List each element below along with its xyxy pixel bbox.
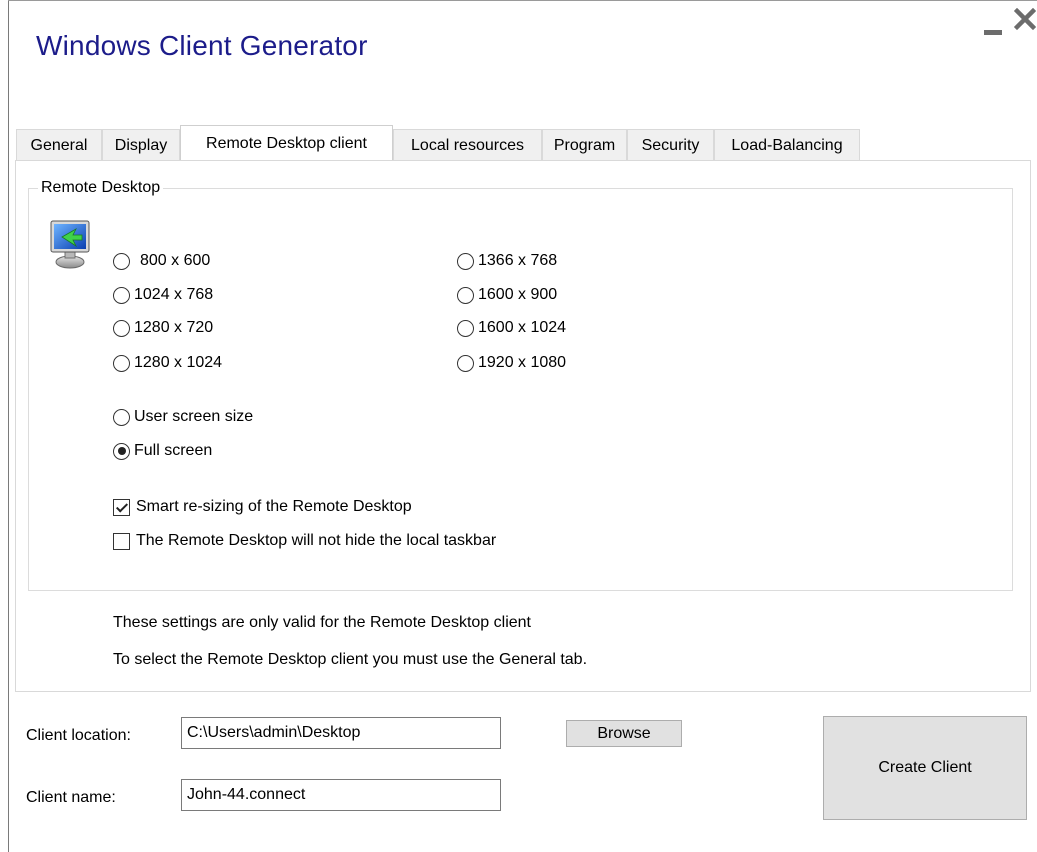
tab-security[interactable]: Security <box>627 129 714 160</box>
radio-label: User screen size <box>134 408 254 425</box>
radio-circle[interactable] <box>457 286 474 304</box>
radio-circle[interactable] <box>113 354 130 372</box>
radio-circle[interactable] <box>113 286 130 304</box>
tab-load-balancing[interactable]: Load-Balancing <box>714 129 860 160</box>
checkbox-label: The Remote Desktop will not hide the loc… <box>136 532 497 549</box>
client-name-input[interactable] <box>181 779 501 811</box>
radio-label: 800 x 600 <box>140 252 211 269</box>
checkbox-box-checked[interactable] <box>113 498 130 516</box>
radio-label: 1024 x 768 <box>134 286 214 303</box>
create-client-button[interactable]: Create Client <box>823 716 1027 820</box>
radio-label: 1280 x 720 <box>134 319 214 336</box>
radio-circle[interactable] <box>457 252 474 270</box>
remote-desktop-groupbox <box>28 188 1013 591</box>
radio-circle[interactable] <box>457 319 474 337</box>
remote-desktop-monitor-icon <box>50 220 90 269</box>
radio-1600x1024[interactable]: 1600 x 1024 <box>457 319 566 337</box>
checkbox-no-hide-taskbar[interactable]: The Remote Desktop will not hide the loc… <box>113 532 496 550</box>
client-location-label: Client location: <box>26 727 131 744</box>
close-icon[interactable] <box>1014 8 1036 32</box>
radio-circle[interactable] <box>113 408 130 426</box>
radio-1024x768[interactable]: 1024 x 768 <box>113 286 213 304</box>
tab-display[interactable]: Display <box>102 129 180 160</box>
radio-1366x768[interactable]: 1366 x 768 <box>457 252 557 270</box>
checkbox-label: Smart re-sizing of the Remote Desktop <box>136 498 412 515</box>
app-title: Windows Client Generator <box>36 30 368 61</box>
info-note-2: To select the Remote Desktop client you … <box>113 651 588 668</box>
window-frame-top <box>8 0 1037 1</box>
radio-800x600[interactable]: 800 x 600 <box>113 252 210 270</box>
info-note-1: These settings are only valid for the Re… <box>113 614 531 631</box>
radio-1280x1024[interactable]: 1280 x 1024 <box>113 354 222 372</box>
radio-1920x1080[interactable]: 1920 x 1080 <box>457 354 566 372</box>
radio-label: Full screen <box>134 442 213 459</box>
radio-label: 1600 x 1024 <box>478 319 567 336</box>
tab-general[interactable]: General <box>16 129 102 160</box>
client-name-label: Client name: <box>26 789 116 806</box>
radio-circle[interactable] <box>457 354 474 372</box>
tab-program[interactable]: Program <box>542 129 627 160</box>
radio-full-screen[interactable]: Full screen <box>113 442 212 460</box>
radio-1280x720[interactable]: 1280 x 720 <box>113 319 213 337</box>
radio-label: 1280 x 1024 <box>134 354 223 371</box>
tab-local-resources[interactable]: Local resources <box>393 129 542 160</box>
radio-circle-selected[interactable] <box>113 442 130 460</box>
radio-user-screen-size[interactable]: User screen size <box>113 408 253 426</box>
tab-remote-desktop-client[interactable]: Remote Desktop client <box>180 125 393 160</box>
radio-label: 1920 x 1080 <box>478 354 567 371</box>
radio-circle[interactable] <box>113 252 130 270</box>
client-location-input[interactable] <box>181 717 501 749</box>
browse-button[interactable]: Browse <box>566 720 682 747</box>
radio-label: 1366 x 768 <box>478 252 558 269</box>
groupbox-label: Remote Desktop <box>38 179 164 197</box>
checkbox-smart-resizing[interactable]: Smart re-sizing of the Remote Desktop <box>113 498 412 516</box>
checkbox-box[interactable] <box>113 532 130 550</box>
window-frame-left <box>8 0 9 852</box>
minimize-button[interactable] <box>984 30 1002 35</box>
radio-label: 1600 x 900 <box>478 286 558 303</box>
radio-1600x900[interactable]: 1600 x 900 <box>457 286 557 304</box>
radio-circle[interactable] <box>113 319 130 337</box>
